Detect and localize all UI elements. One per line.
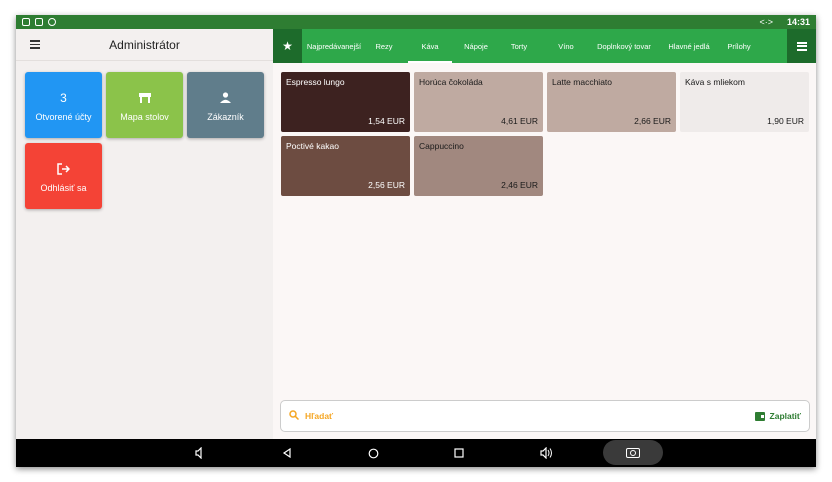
volume-up-icon[interactable] xyxy=(536,439,556,467)
tab-label: Prílohy xyxy=(727,41,751,51)
android-nav-bar xyxy=(16,439,816,467)
pos-screen: <·> 14:31 Administrátor 3 Otvorené účty … xyxy=(16,15,816,467)
customer-tile[interactable]: Zákazník xyxy=(187,72,264,138)
tab-label: Rezy xyxy=(375,41,393,51)
menu-icon[interactable] xyxy=(20,29,50,61)
product-tile[interactable]: Espresso lungo 1,54 EUR xyxy=(281,72,410,132)
search-bar[interactable]: Hľadať Zaplatiť xyxy=(280,400,810,432)
right-panel: ★ Najpredávanejší Rezy Káva Nápoje Torty… xyxy=(273,29,816,439)
product-price: 2,46 EUR xyxy=(501,180,538,190)
tab-vino[interactable]: Víno xyxy=(544,29,588,63)
home-icon[interactable] xyxy=(363,439,383,467)
tab-prilohy[interactable]: Prílohy xyxy=(718,29,760,63)
table-map-tile[interactable]: Mapa stolov xyxy=(106,72,183,138)
location-icon xyxy=(48,18,56,26)
clock: 14:31 xyxy=(786,17,810,27)
tab-torty[interactable]: Torty xyxy=(494,29,544,63)
left-panel: Administrátor 3 Otvorené účty Mapa stolo… xyxy=(16,29,273,439)
tab-doplnkovy-tovar[interactable]: Doplnkový tovar xyxy=(588,29,660,63)
product-name: Horúca čokoláda xyxy=(419,77,483,87)
category-tabs: Najpredávanejší Rezy Káva Nápoje Torty V… xyxy=(302,29,787,63)
open-accounts-label: Otvorené účty xyxy=(35,111,92,122)
notification-icon xyxy=(22,18,30,26)
tab-label: Víno xyxy=(558,41,574,51)
network-icon: <·> xyxy=(759,17,773,27)
product-name: Latte macchiato xyxy=(552,77,613,87)
product-price: 1,54 EUR xyxy=(368,116,405,126)
open-accounts-tile[interactable]: 3 Otvorené účty xyxy=(25,72,102,138)
tab-label: Hlavné jedlá xyxy=(668,41,710,51)
tab-najpredavanejsi[interactable]: Najpredávanejší xyxy=(302,29,366,63)
tab-hlavne-jedla[interactable]: Hlavné jedlá xyxy=(660,29,718,63)
tab-label: Najpredávanejší xyxy=(306,41,362,51)
favorites-star-icon[interactable]: ★ xyxy=(273,29,302,63)
screenshot-button[interactable] xyxy=(603,440,663,465)
table-map-label: Mapa stolov xyxy=(120,111,169,122)
recents-icon[interactable] xyxy=(449,439,469,467)
search-icon xyxy=(289,409,300,423)
table-icon xyxy=(138,89,151,107)
product-tile[interactable]: Horúca čokoláda 4,61 EUR xyxy=(414,72,543,132)
product-name: Káva s mliekom xyxy=(685,77,745,87)
tab-label: Torty xyxy=(510,41,528,51)
tab-napoje[interactable]: Nápoje xyxy=(458,29,494,63)
pay-button[interactable]: Zaplatiť xyxy=(754,411,801,421)
back-icon[interactable] xyxy=(277,439,297,467)
search-input[interactable]: Hľadať xyxy=(305,411,755,421)
logout-label: Odhlásiť sa xyxy=(40,182,87,193)
tab-label: Káva xyxy=(421,41,439,51)
pay-label: Zaplatiť xyxy=(769,411,801,421)
left-header: Administrátor xyxy=(16,29,273,61)
logout-icon xyxy=(57,160,70,178)
product-tile[interactable]: Káva s mliekom 1,90 EUR xyxy=(680,72,809,132)
product-name: Espresso lungo xyxy=(286,77,345,87)
status-bar: <·> 14:31 xyxy=(16,15,816,29)
person-icon xyxy=(220,89,231,107)
product-tile[interactable]: Cappuccino 2,46 EUR xyxy=(414,136,543,196)
product-name: Cappuccino xyxy=(419,141,464,151)
product-tile[interactable]: Latte macchiato 2,66 EUR xyxy=(547,72,676,132)
volume-down-icon[interactable] xyxy=(190,439,210,467)
product-price: 4,61 EUR xyxy=(501,116,538,126)
product-price: 2,66 EUR xyxy=(634,116,671,126)
wallet-icon xyxy=(754,411,765,421)
image-icon xyxy=(35,18,43,26)
category-bar: ★ Najpredávanejší Rezy Káva Nápoje Torty… xyxy=(273,29,816,63)
tab-label: Doplnkový tovar xyxy=(597,41,651,51)
product-price: 1,90 EUR xyxy=(767,116,804,126)
list-view-icon[interactable] xyxy=(787,29,816,63)
product-price: 2,56 EUR xyxy=(368,180,405,190)
customer-label: Zákazník xyxy=(207,111,244,122)
tab-kava[interactable]: Káva xyxy=(402,29,458,63)
open-accounts-count: 3 xyxy=(60,90,67,105)
screenshot-icon xyxy=(626,447,640,458)
product-tile[interactable]: Poctivé kakao 2,56 EUR xyxy=(281,136,410,196)
user-title: Administrátor xyxy=(109,37,180,52)
tab-rezy[interactable]: Rezy xyxy=(366,29,402,63)
tab-label: Nápoje xyxy=(464,41,488,51)
logout-tile[interactable]: Odhlásiť sa xyxy=(25,143,102,209)
product-name: Poctivé kakao xyxy=(286,141,339,151)
